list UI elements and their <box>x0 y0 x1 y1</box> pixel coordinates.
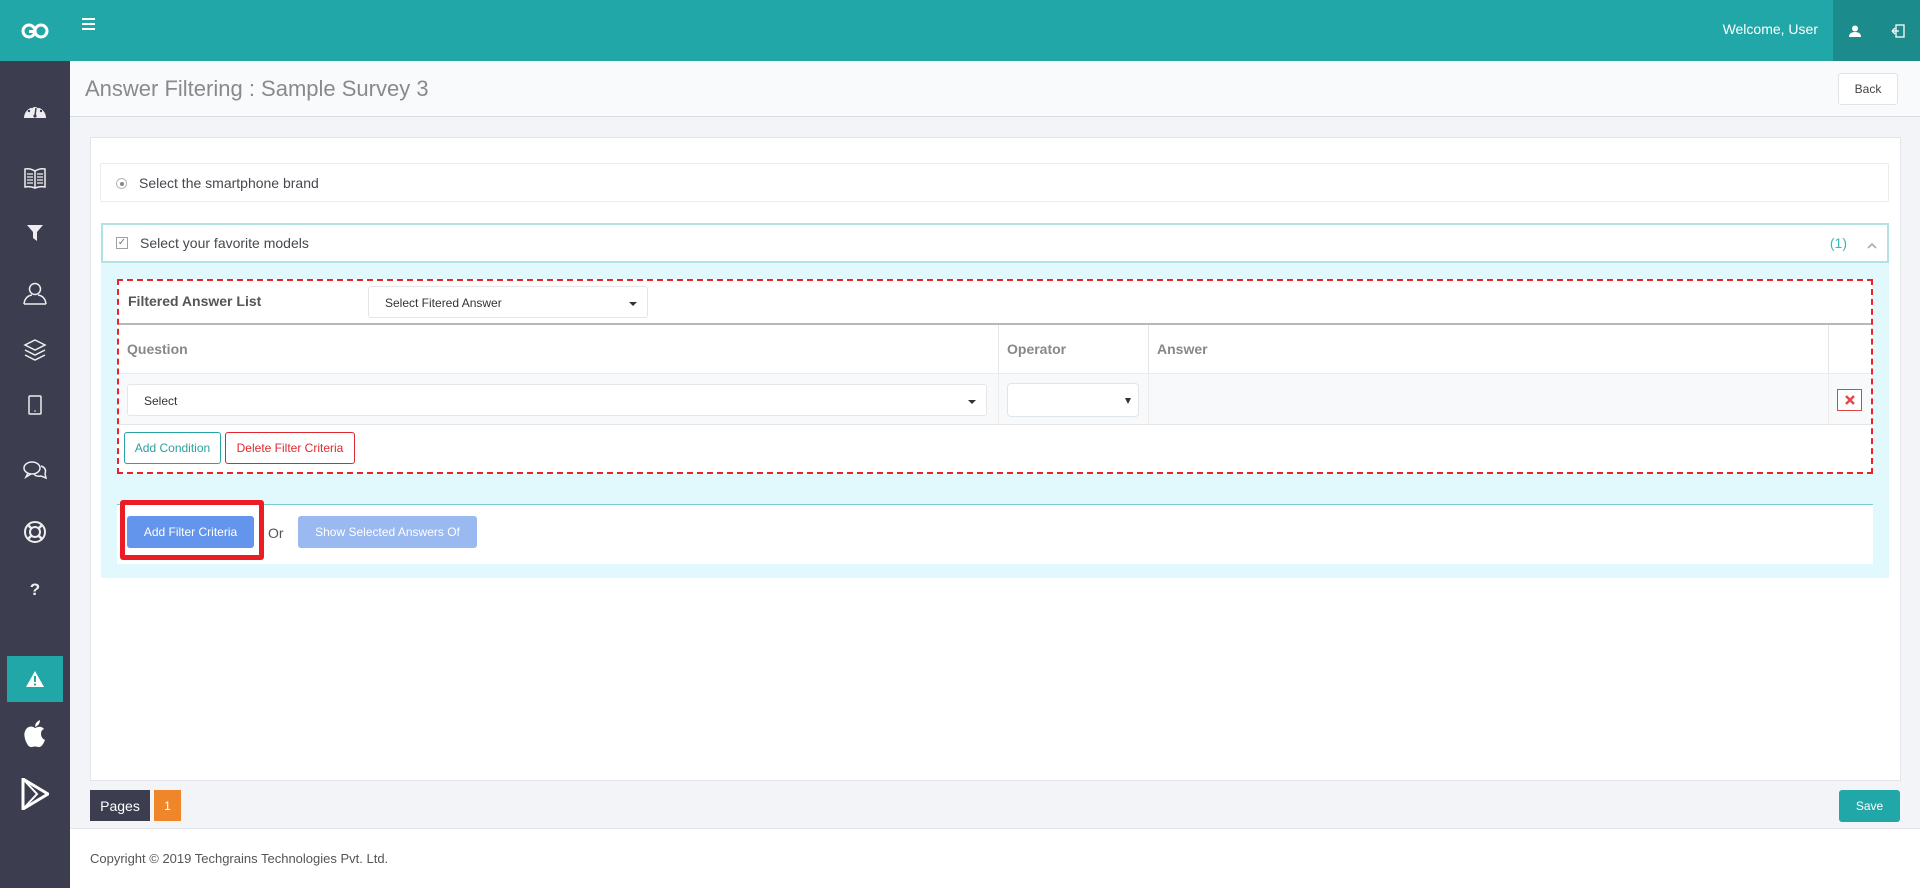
remove-condition-button[interactable] <box>1837 389 1862 411</box>
dashboard-icon <box>24 105 46 118</box>
user-profile-button[interactable] <box>1833 0 1876 61</box>
warning-icon <box>26 671 44 687</box>
life-ring-icon <box>24 521 46 543</box>
add-condition-button[interactable]: Add Condition <box>124 432 221 464</box>
delete-filter-criteria-button[interactable]: Delete Filter Criteria <box>225 432 355 464</box>
filtered-answer-select-value: Select Fitered Answer <box>385 296 502 310</box>
page-title: Answer Filtering : Sample Survey 3 <box>85 76 429 101</box>
column-header-question: Question <box>119 325 999 373</box>
sidebar-item-support[interactable] <box>7 509 63 555</box>
caret-down-icon <box>629 302 637 306</box>
operator-select[interactable] <box>1007 383 1139 417</box>
filtered-answer-list-label: Filtered Answer List <box>128 293 262 309</box>
sidebar-item-users[interactable] <box>7 270 63 316</box>
play-store-icon <box>21 778 49 810</box>
chevron-up-icon[interactable] <box>1867 237 1877 255</box>
add-filter-criteria-button[interactable]: Add Filter Criteria <box>127 516 254 548</box>
question-text: Select the smartphone brand <box>139 175 319 191</box>
user-icon <box>1848 25 1861 37</box>
go-logo-icon[interactable] <box>0 0 70 61</box>
sidebar-item-tablet[interactable] <box>7 382 63 428</box>
user-outline-icon <box>23 282 47 305</box>
checkbox-icon: ✓ <box>116 237 128 249</box>
filter-icon <box>27 225 43 241</box>
question-icon: ? <box>30 580 40 598</box>
book-icon <box>24 168 46 189</box>
chat-icon <box>23 461 48 480</box>
answer-cell <box>1149 374 1829 425</box>
sidebar-item-filter[interactable] <box>7 210 63 256</box>
question-text: Select your favorite models <box>140 235 309 251</box>
filter-count-badge: (1) <box>1829 235 1847 251</box>
sidebar-item-help[interactable]: ? <box>7 566 63 612</box>
save-button[interactable]: Save <box>1839 790 1900 822</box>
column-header-operator: Operator <box>999 325 1149 373</box>
top-header: Welcome, User <box>0 0 1920 61</box>
actions-cell <box>1829 374 1871 425</box>
page-button-1[interactable]: 1 <box>154 790 181 821</box>
filtered-answer-select[interactable]: Select Fitered Answer <box>368 286 648 318</box>
question-select[interactable]: Select <box>127 384 987 416</box>
column-header-actions <box>1829 325 1871 373</box>
column-header-answer: Answer <box>1149 325 1829 373</box>
footer: Copyright © 2019 Techgrains Technologies… <box>70 828 1920 888</box>
back-button[interactable]: Back <box>1838 73 1898 105</box>
question-cell: Select <box>119 374 999 425</box>
radio-icon <box>116 178 127 189</box>
question-item[interactable]: Select the smartphone brand <box>100 163 1889 202</box>
show-selected-answers-button[interactable]: Show Selected Answers Of <box>298 516 477 548</box>
close-icon <box>1844 395 1855 405</box>
sidebar-item-layers[interactable] <box>7 327 63 373</box>
caret-down-icon <box>1125 398 1131 404</box>
sidebar-item-dashboard[interactable] <box>7 87 63 133</box>
apple-icon <box>24 720 45 748</box>
sidebar-item-surveys[interactable] <box>7 155 63 201</box>
layers-icon <box>23 339 47 361</box>
copyright-text: Copyright © 2019 Techgrains Technologies… <box>90 851 389 866</box>
question-item-expanded[interactable]: ✓ Select your favorite models (1) <box>101 223 1889 263</box>
pages-label: Pages <box>90 790 150 821</box>
condition-table-header: Question Operator Answer <box>119 323 1871 373</box>
logout-button[interactable] <box>1876 0 1919 61</box>
welcome-text: Welcome, User <box>1722 21 1818 37</box>
hamburger-icon[interactable] <box>82 18 98 34</box>
sign-out-icon <box>1891 23 1905 38</box>
svg-text:?: ? <box>30 580 40 598</box>
sidebar-item-android[interactable] <box>7 771 63 817</box>
sidebar-item-alerts[interactable] <box>7 656 63 702</box>
caret-down-icon <box>968 400 976 404</box>
question-select-value: Select <box>144 394 178 408</box>
operator-cell <box>999 374 1149 425</box>
or-separator: Or <box>268 525 284 541</box>
table-row: Select <box>119 373 1871 425</box>
page-header: Answer Filtering : Sample Survey 3 Back <box>70 61 1920 117</box>
sidebar: ? <box>0 61 70 888</box>
sidebar-item-ios[interactable] <box>7 711 63 757</box>
tablet-icon <box>28 395 42 415</box>
sidebar-item-chat[interactable] <box>7 448 63 494</box>
